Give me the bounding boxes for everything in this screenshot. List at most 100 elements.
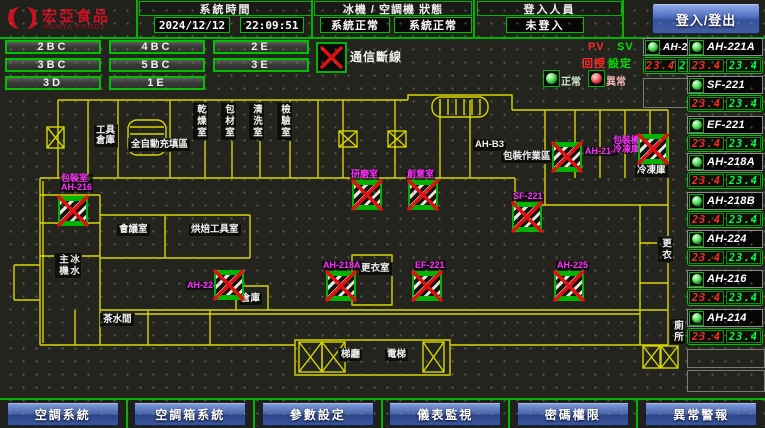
company-logo: 宏亞食品 HUNYA FOODS bbox=[4, 2, 136, 35]
unit-name-label: SF-221 bbox=[707, 79, 745, 91]
unit-name-row-ef-221[interactable]: EF-221 bbox=[687, 116, 763, 134]
floor-button-2e[interactable]: 2E bbox=[213, 40, 309, 54]
unit-block-sf-221: SF-221 23.423.4 bbox=[687, 76, 763, 112]
nav-button-4[interactable]: 儀表監視 bbox=[389, 403, 501, 426]
sv-value: 23.4 bbox=[726, 137, 761, 150]
floor-button-3d[interactable]: 3D bbox=[5, 76, 101, 90]
login-status-value: 未登入 bbox=[506, 17, 584, 33]
unit-name-row-ah-216[interactable]: AH-216 bbox=[687, 270, 763, 288]
unit-name-label: AH-218B bbox=[707, 195, 755, 207]
lamp-glyph bbox=[692, 42, 702, 52]
floor-button-2bc[interactable]: 2BC bbox=[5, 40, 101, 54]
login-logout-button[interactable]: 登入/登出 bbox=[652, 4, 760, 34]
status-lamp-icon bbox=[689, 232, 704, 247]
logo-icon bbox=[6, 3, 36, 33]
nav-cell: 空調系統 bbox=[0, 400, 128, 428]
status-lamp-icon bbox=[689, 272, 704, 287]
equipment-offline-icon[interactable] bbox=[352, 180, 382, 210]
lamp-glyph bbox=[692, 120, 702, 130]
equipment-offline-icon[interactable] bbox=[638, 134, 668, 164]
logo-title: 宏亞食品 bbox=[42, 5, 110, 26]
stairs-icon bbox=[128, 120, 166, 155]
pv-sub-label: 回授 bbox=[582, 55, 606, 71]
unit-block-ah-214: AH-21423.423.4 bbox=[687, 309, 763, 345]
floor-button-1e[interactable]: 1E bbox=[109, 76, 205, 90]
equipment-offline-icon[interactable] bbox=[326, 271, 356, 301]
logo-subtitle: HUNYA FOODS bbox=[44, 24, 106, 31]
equipment-offline-icon[interactable] bbox=[554, 271, 584, 301]
sv-value: 23.4 bbox=[726, 174, 761, 187]
floor-button-4bc[interactable]: 4BC bbox=[109, 40, 205, 54]
equipment-offline-icon[interactable] bbox=[58, 196, 88, 226]
lamp-glyph bbox=[692, 196, 702, 206]
unit-name-row-ah-221a[interactable]: AH-221A bbox=[687, 38, 763, 56]
ac-status-value: 系統正常 bbox=[394, 17, 472, 33]
nav-cell: 空調箱系統 bbox=[128, 400, 256, 428]
system-date-value: 2024/12/12 bbox=[154, 17, 230, 33]
pv-label: PV bbox=[588, 41, 605, 53]
floor-button-3e[interactable]: 3E bbox=[213, 58, 309, 72]
lamp-glyph bbox=[648, 42, 658, 52]
nav-button-3[interactable]: 參數設定 bbox=[262, 403, 374, 426]
shaft-x-icon bbox=[643, 346, 660, 368]
unit-name-label: EF-221 bbox=[707, 119, 745, 131]
unit-name-row-ah-214[interactable]: AH-214 bbox=[687, 309, 763, 327]
equipment-offline-icon[interactable] bbox=[552, 142, 582, 172]
abnormal-label: 異常 bbox=[606, 73, 626, 88]
header-bar: 宏亞食品 HUNYA FOODS 系統時間 2024/12/12 22:09:5… bbox=[0, 0, 765, 39]
floor-button-5bc[interactable]: 5BC bbox=[109, 58, 205, 72]
nav-cell: 密碼權限 bbox=[510, 400, 638, 428]
lamp-glyph bbox=[692, 157, 702, 167]
equipment-offline-icon[interactable] bbox=[512, 202, 542, 232]
unit-values-row: 23.423.4 bbox=[687, 249, 763, 266]
empty-unit-slot bbox=[687, 370, 765, 392]
unit-block-ah-216: AH-21623.423.4 bbox=[687, 270, 763, 306]
nav-button-6[interactable]: 異常警報 bbox=[645, 403, 757, 426]
sv-sub-label: 設定 bbox=[608, 55, 632, 71]
floor-button-3bc[interactable]: 3BC bbox=[5, 58, 101, 72]
status-lamp-icon bbox=[689, 78, 704, 93]
header-divider bbox=[473, 0, 475, 37]
lamp-glyph bbox=[692, 313, 702, 323]
lamp-glyph bbox=[692, 80, 702, 90]
status-lamp-icon bbox=[689, 40, 704, 55]
unit-name-row-sf-221[interactable]: SF-221 bbox=[687, 76, 763, 94]
unit-values-row: 23.423.4 bbox=[687, 95, 763, 112]
shaft-x-icon bbox=[47, 127, 64, 148]
unit-name-label: AH-216 bbox=[707, 273, 747, 285]
unit-values-row: 23.423.4 bbox=[687, 57, 763, 74]
comm-disconnect-icon bbox=[316, 42, 347, 73]
pv-value: 23.4 bbox=[689, 97, 724, 110]
equipment-offline-icon[interactable] bbox=[412, 271, 442, 301]
shaft-x-icon bbox=[322, 342, 345, 372]
unit-values-row: 23.423.4 bbox=[687, 172, 763, 189]
unit-block-ah-224: AH-224 23.423.4 bbox=[687, 230, 763, 266]
bottom-nav: 空調系統空調箱系統參數設定儀表監視密碼權限異常警報 bbox=[0, 398, 765, 428]
floorplan-walls bbox=[14, 95, 668, 375]
pv-value: 23.4 bbox=[689, 213, 724, 226]
equipment-offline-icon[interactable] bbox=[408, 180, 438, 210]
pv-value: 23.4 bbox=[689, 251, 724, 264]
shaft-x-icon bbox=[339, 131, 357, 147]
nav-button-5[interactable]: 密碼權限 bbox=[517, 403, 629, 426]
shaft-x-icon bbox=[299, 342, 322, 372]
unit-name-label: AH-224 bbox=[707, 233, 747, 245]
shaft-x-icon bbox=[661, 346, 678, 368]
sv-value: 23.4 bbox=[726, 251, 761, 264]
abnormal-lamp-icon bbox=[588, 70, 605, 87]
login-user-label: 登入人員 bbox=[477, 1, 622, 16]
unit-name-label: AH-221A bbox=[707, 41, 755, 53]
unit-name-row-ah-218b[interactable]: AH-218B bbox=[687, 192, 763, 210]
sv-value: 23.4 bbox=[726, 330, 761, 343]
unit-name-row-ah-224[interactable]: AH-224 bbox=[687, 230, 763, 248]
unit-block-ef-221: EF-22123.423.4 bbox=[687, 116, 763, 152]
nav-button-1[interactable]: 空調系統 bbox=[7, 403, 119, 426]
lamp-glyph bbox=[692, 234, 702, 244]
unit-name-label: AH-218A bbox=[707, 156, 755, 168]
nav-button-2[interactable]: 空調箱系統 bbox=[134, 403, 246, 426]
equipment-offline-icon[interactable] bbox=[214, 270, 244, 300]
stairs-icon bbox=[432, 97, 488, 117]
unit-name-row-ah-218a[interactable]: AH-218A bbox=[687, 153, 763, 171]
header-divider bbox=[136, 0, 138, 37]
floorplan-canvas bbox=[0, 93, 688, 398]
